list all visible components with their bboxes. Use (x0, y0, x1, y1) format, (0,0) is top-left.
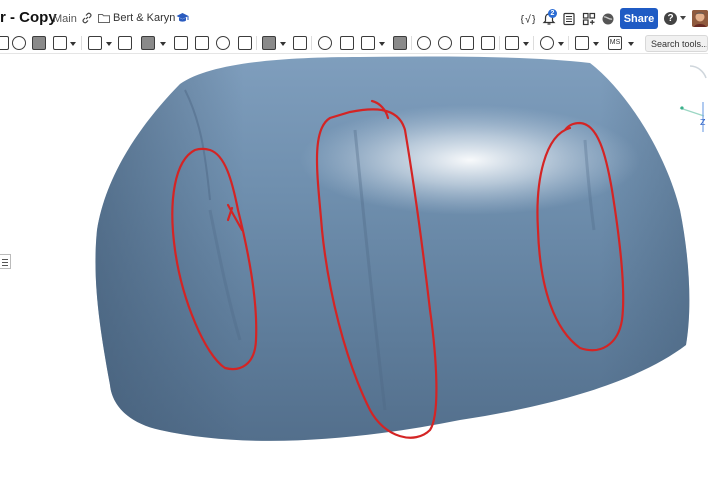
transform-tool-icon[interactable] (361, 36, 375, 50)
mirror-tool-icon[interactable] (293, 36, 307, 50)
svg-text:{√}: {√} (521, 14, 535, 26)
surface-tool-icon[interactable] (575, 36, 589, 50)
sweep-tool-icon[interactable] (12, 36, 26, 50)
toolbar-divider (411, 36, 412, 50)
plane-dropdown-chevron-icon[interactable] (523, 42, 529, 46)
pattern-tool-icon[interactable] (262, 36, 276, 50)
toolbar-divider (256, 36, 257, 50)
curve-tool-icon[interactable] (540, 36, 554, 50)
shell-tool-icon[interactable] (195, 36, 209, 50)
transform-dropdown-chevron-icon[interactable] (379, 42, 385, 46)
move-face-tool-icon[interactable] (460, 36, 474, 50)
plane-tool-icon[interactable] (505, 36, 519, 50)
rib-tool-icon[interactable] (174, 36, 188, 50)
split-tool-icon[interactable] (340, 36, 354, 50)
toolbar-divider (499, 36, 500, 50)
help-icon[interactable]: ? (664, 12, 677, 25)
surface-dropdown-chevron-icon[interactable] (593, 42, 599, 46)
loft-tool-icon[interactable] (32, 36, 46, 50)
graduation-cap-icon[interactable] (176, 12, 189, 24)
boolean-tool-icon[interactable] (318, 36, 332, 50)
delete-part-tool-icon[interactable] (393, 36, 407, 50)
thicken-dropdown-chevron-icon[interactable] (70, 42, 76, 46)
feature-list-toggle[interactable] (0, 254, 11, 269)
document-title[interactable]: r - Copy (0, 9, 57, 26)
fillet-dropdown-chevron-icon[interactable] (106, 42, 112, 46)
graphics-viewport[interactable]: Z (0, 54, 708, 473)
folder-icon (98, 14, 110, 23)
modify-fillet-tool-icon[interactable] (417, 36, 431, 50)
toolbar-divider (81, 36, 82, 50)
toolbar-divider (568, 36, 569, 50)
variables-icon[interactable]: {√} (521, 12, 535, 26)
axis-z-label: Z (700, 118, 706, 127)
list-icon (2, 259, 8, 266)
cylinder-tool-icon[interactable] (238, 36, 252, 50)
pattern-dropdown-chevron-icon[interactable] (280, 42, 286, 46)
view-cube-axes[interactable]: Z (670, 62, 708, 132)
app-store-icon[interactable] (582, 12, 596, 26)
fillet-tool-icon[interactable] (88, 36, 102, 50)
model-canvas[interactable] (0, 54, 708, 473)
avatar-face-icon (692, 10, 708, 27)
help-menu-chevron-icon[interactable] (680, 16, 686, 20)
multi-select-dropdown-chevron-icon[interactable] (628, 42, 634, 46)
toolbar-divider (311, 36, 312, 50)
toolbar-divider (533, 36, 534, 50)
feature-toolbar: MS (0, 34, 708, 54)
document-header: r - Copy Main Bert & Karyn {√} 2 Share ? (0, 0, 708, 34)
delete-face-tool-icon[interactable] (438, 36, 452, 50)
draft-tool-icon[interactable] (141, 36, 155, 50)
sketch-tool-icon[interactable] (0, 36, 9, 50)
chamfer-tool-icon[interactable] (118, 36, 132, 50)
render-studio-icon[interactable] (601, 12, 615, 26)
link-icon[interactable] (81, 12, 93, 24)
curve-dropdown-chevron-icon[interactable] (558, 42, 564, 46)
folder-link[interactable]: Bert & Karyn (113, 12, 175, 24)
notifications-badge: 2 (548, 9, 557, 18)
branch-label[interactable]: Main (53, 13, 77, 25)
document-list-icon[interactable] (562, 12, 576, 26)
user-avatar[interactable] (692, 10, 708, 27)
draft-dropdown-chevron-icon[interactable] (160, 42, 166, 46)
replace-face-tool-icon[interactable] (481, 36, 495, 50)
share-button[interactable]: Share (620, 8, 658, 29)
thicken-tool-icon[interactable] (53, 36, 67, 50)
hole-tool-icon[interactable] (216, 36, 230, 50)
search-tools-input[interactable]: Search tools... (645, 35, 708, 52)
multi-select-button[interactable]: MS (608, 36, 622, 50)
